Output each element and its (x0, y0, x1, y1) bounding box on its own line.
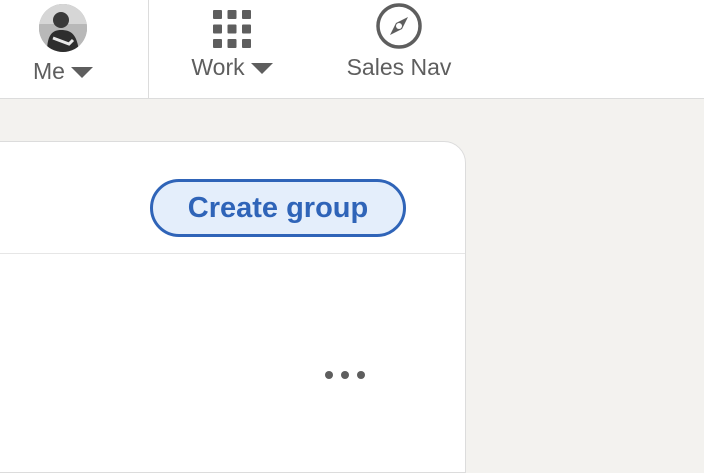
avatar (39, 4, 87, 52)
grid-icon (213, 10, 251, 48)
nav-work-label-row: Work (191, 54, 273, 80)
nav-me-label: Me (33, 58, 65, 84)
nav-sales-navigator[interactable]: Sales Nav (336, 0, 462, 98)
compass-icon (376, 3, 422, 49)
caret-down-icon (250, 62, 273, 74)
card-divider (0, 253, 465, 254)
nav-work-label: Work (191, 54, 245, 80)
nav-sales-label: Sales Nav (346, 54, 452, 80)
create-group-button[interactable]: Create group (150, 179, 406, 237)
nav-me-label-row: Me (33, 58, 93, 84)
more-options-button[interactable] (317, 362, 373, 388)
groups-card: Create group (0, 141, 466, 473)
top-navigation: Me Work Sales Nav (0, 0, 704, 99)
nav-work-menu[interactable]: Work (184, 0, 280, 98)
caret-down-icon (70, 66, 93, 78)
nav-me-menu[interactable]: Me (26, 0, 100, 98)
more-icon (325, 371, 365, 379)
nav-divider (148, 0, 149, 98)
nav-sales-label-row: Sales Nav (347, 54, 452, 80)
